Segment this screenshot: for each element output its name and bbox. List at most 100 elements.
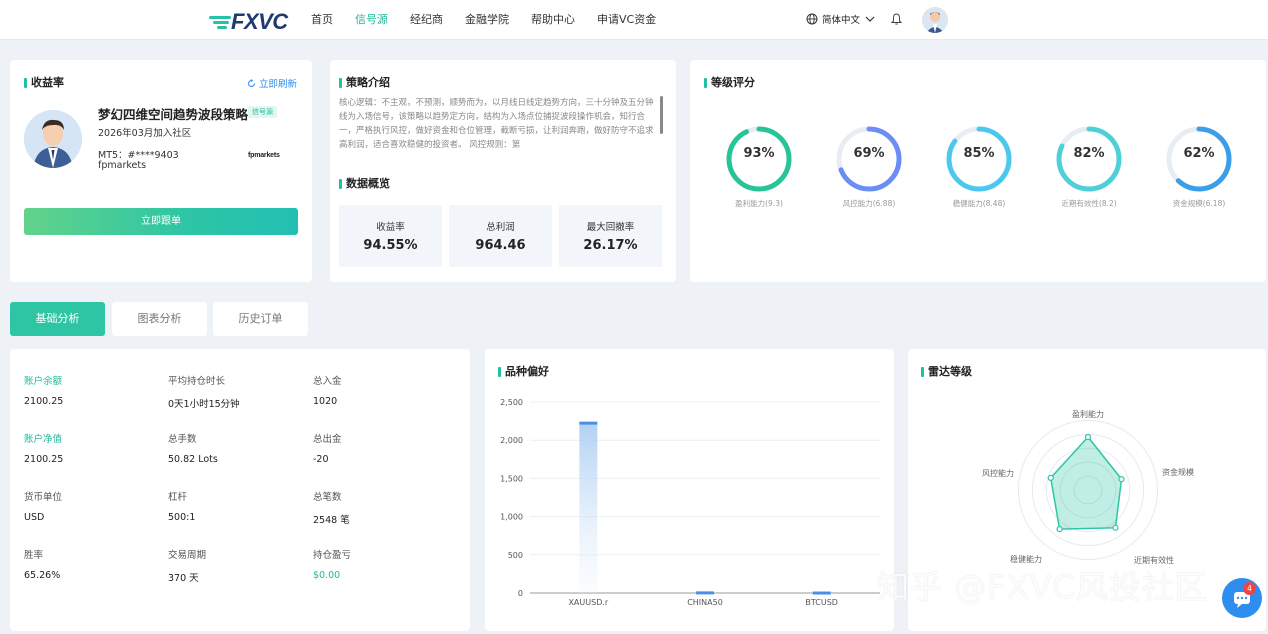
trader-avatar — [24, 110, 82, 168]
stat-item: 总入金 1020 — [313, 373, 342, 407]
radar-point — [1084, 433, 1092, 441]
strategy-description: 核心逻辑：不主观，不预测，顺势而为，以月线日线定趋势方向，三十分钟及五分钟线为入… — [339, 98, 654, 150]
stat-item: 总出金 -20 — [313, 431, 342, 465]
nav-item-0[interactable]: 首页 — [311, 12, 333, 28]
stat-label: 平均持仓时长 — [168, 376, 226, 387]
section-title-return: 收益率 — [24, 77, 64, 89]
y-tick-label: 0 — [518, 589, 523, 598]
stat-label: 交易周期 — [168, 550, 207, 561]
nav-item-4[interactable]: 帮助中心 — [531, 12, 575, 28]
stat-value: 2548 笔 — [313, 515, 350, 526]
y-tick-label: 2,000 — [500, 436, 523, 445]
stat-value: 50.82 Lots — [168, 454, 218, 465]
stat-label: 持仓盈亏 — [313, 550, 352, 561]
overview-label: 总利润 — [486, 222, 515, 233]
chat-icon — [1234, 592, 1250, 608]
tab-basic-analysis[interactable]: 基础分析 — [10, 302, 105, 336]
nav-item-3[interactable]: 金融学院 — [465, 12, 509, 28]
nav-item-1[interactable]: 信号源 — [355, 12, 388, 28]
stat-label: 账户净值 — [24, 434, 63, 445]
bar-cap — [696, 591, 714, 595]
stat-item: 杠杆 500:1 — [168, 489, 195, 523]
overview-return: 收益率 94.55% — [339, 205, 442, 267]
y-tick-label: 2,500 — [500, 398, 523, 407]
section-title-overview: 数据概览 — [339, 178, 390, 190]
strategy-card: 策略介绍 核心逻辑：不主观，不预测，顺势而为，以月线日线定趋势方向，三十分钟及五… — [330, 60, 676, 282]
radar-area — [1049, 435, 1123, 530]
radar-point — [1112, 524, 1119, 531]
stat-value: 500:1 — [168, 512, 196, 523]
nav-item-2[interactable]: 经纪商 — [410, 12, 443, 28]
strategy-name: 梦幻四维空间趋势波段策略 — [98, 107, 249, 122]
mt5-account: MT5：#****9403 — [98, 150, 179, 161]
overview-profit: 总利润 964.46 — [449, 205, 552, 267]
gauge-label: 风控能力(6.88) — [842, 199, 896, 208]
follow-button[interactable]: 立即跟单 — [24, 208, 298, 235]
logo[interactable]: FXVC — [209, 9, 288, 35]
stat-item: 平均持仓时长 0天1小时15分钟 — [168, 373, 240, 410]
rating-gauge: 69% 风控能力(6.88) — [834, 124, 904, 209]
radar-point — [1056, 526, 1063, 533]
stat-item: 账户余额 2100.25 — [24, 373, 63, 407]
globe-icon — [806, 13, 818, 25]
gauge-label: 稳健能力(8.48) — [952, 199, 1006, 208]
refresh-button[interactable]: 立即刷新 — [247, 76, 297, 90]
radar-axis-label: 资金规模 — [1162, 467, 1194, 477]
nav-item-5[interactable]: 申请VC资金 — [597, 12, 656, 28]
stat-value: 2100.25 — [24, 396, 64, 407]
stat-item: 总手数 50.82 Lots — [168, 431, 218, 465]
language-selector[interactable]: 简体中文 — [806, 12, 879, 26]
tab-chart-analysis[interactable]: 图表分析 — [112, 302, 207, 336]
stat-label: 货币单位 — [24, 492, 63, 503]
refresh-label: 立即刷新 — [259, 79, 298, 90]
gauge-value: 69% — [853, 146, 885, 161]
stat-value: $0.00 — [313, 570, 341, 581]
logo-mark-icon — [209, 13, 231, 31]
signal-tag-badge: 信号源 — [248, 106, 277, 118]
strategy-scrollbar[interactable] — [660, 96, 663, 134]
tab-history-orders[interactable]: 历史订单 — [213, 302, 308, 336]
chevron-down-icon — [865, 16, 875, 22]
gauge-value: 62% — [1183, 146, 1215, 161]
gauge-label: 盈利能力(9.3) — [735, 199, 783, 208]
bell-icon[interactable] — [890, 13, 903, 28]
refresh-icon — [248, 78, 255, 87]
preference-card: 品种偏好 0 500 1,000 1,500 2,000 2,500 XAUUSD.r CHI… — [485, 349, 894, 631]
gauge-value: 93% — [743, 146, 775, 161]
overview-label: 最大回撤率 — [586, 222, 635, 233]
stat-label: 账户余额 — [24, 376, 63, 387]
stat-item: 持仓盈亏 $0.00 — [313, 547, 351, 581]
stat-label: 杠杆 — [168, 492, 188, 503]
rating-gauge: 85% 稳健能力(8.48) — [944, 124, 1014, 209]
x-tick-label: CHINA50 — [687, 598, 723, 607]
radar-point — [1047, 474, 1054, 481]
stat-item: 交易周期 370 天 — [168, 547, 206, 584]
bar — [579, 422, 598, 593]
stat-value: USD — [24, 512, 45, 523]
section-title-strategy: 策略介绍 — [339, 77, 390, 89]
stat-label: 总出金 — [313, 434, 342, 445]
x-tick-label: XAUUSD.r — [568, 598, 608, 607]
gauge-value: 82% — [1073, 146, 1105, 161]
stat-label: 总入金 — [313, 376, 342, 387]
main-menu: 首页 信号源 经纪商 金融学院 帮助中心 申请VC资金 — [311, 12, 678, 28]
stat-value: -20 — [313, 454, 329, 465]
chat-button[interactable] — [1222, 578, 1262, 618]
rating-card: 等级评分 93% 盈利能力(9.3) 69% 风控能力(6.88) 85% 稳健能力(8.… — [690, 60, 1266, 282]
rating-gauge: 62% 资金规模(6.18) — [1164, 124, 1234, 209]
joined-date: 2026年03月加入社区 — [98, 128, 192, 139]
logo-text: FXVC — [231, 9, 288, 34]
gauge-label: 资金规模(6.18) — [1172, 199, 1226, 208]
user-avatar[interactable] — [922, 7, 948, 33]
language-label: 简体中文 — [822, 15, 861, 26]
stat-item: 账户净值 2100.25 — [24, 431, 63, 465]
gauge-value: 85% — [963, 146, 995, 161]
rating-gauge: 93% 盈利能力(9.3) — [724, 124, 794, 209]
stat-label: 总手数 — [168, 434, 197, 445]
profile-card: 收益率 立即刷新 梦幻四维空间趋势波段策略 信号源 2026年03月加入社区 M… — [10, 60, 312, 282]
broker-logo: fpmarkets — [248, 152, 280, 159]
watermark: 知乎 @FXVC风投社区 — [877, 568, 1208, 606]
stat-item: 货币单位 USD — [24, 489, 62, 523]
x-tick-label: BTCUSD — [805, 598, 838, 607]
stat-value: 65.26% — [24, 570, 61, 581]
